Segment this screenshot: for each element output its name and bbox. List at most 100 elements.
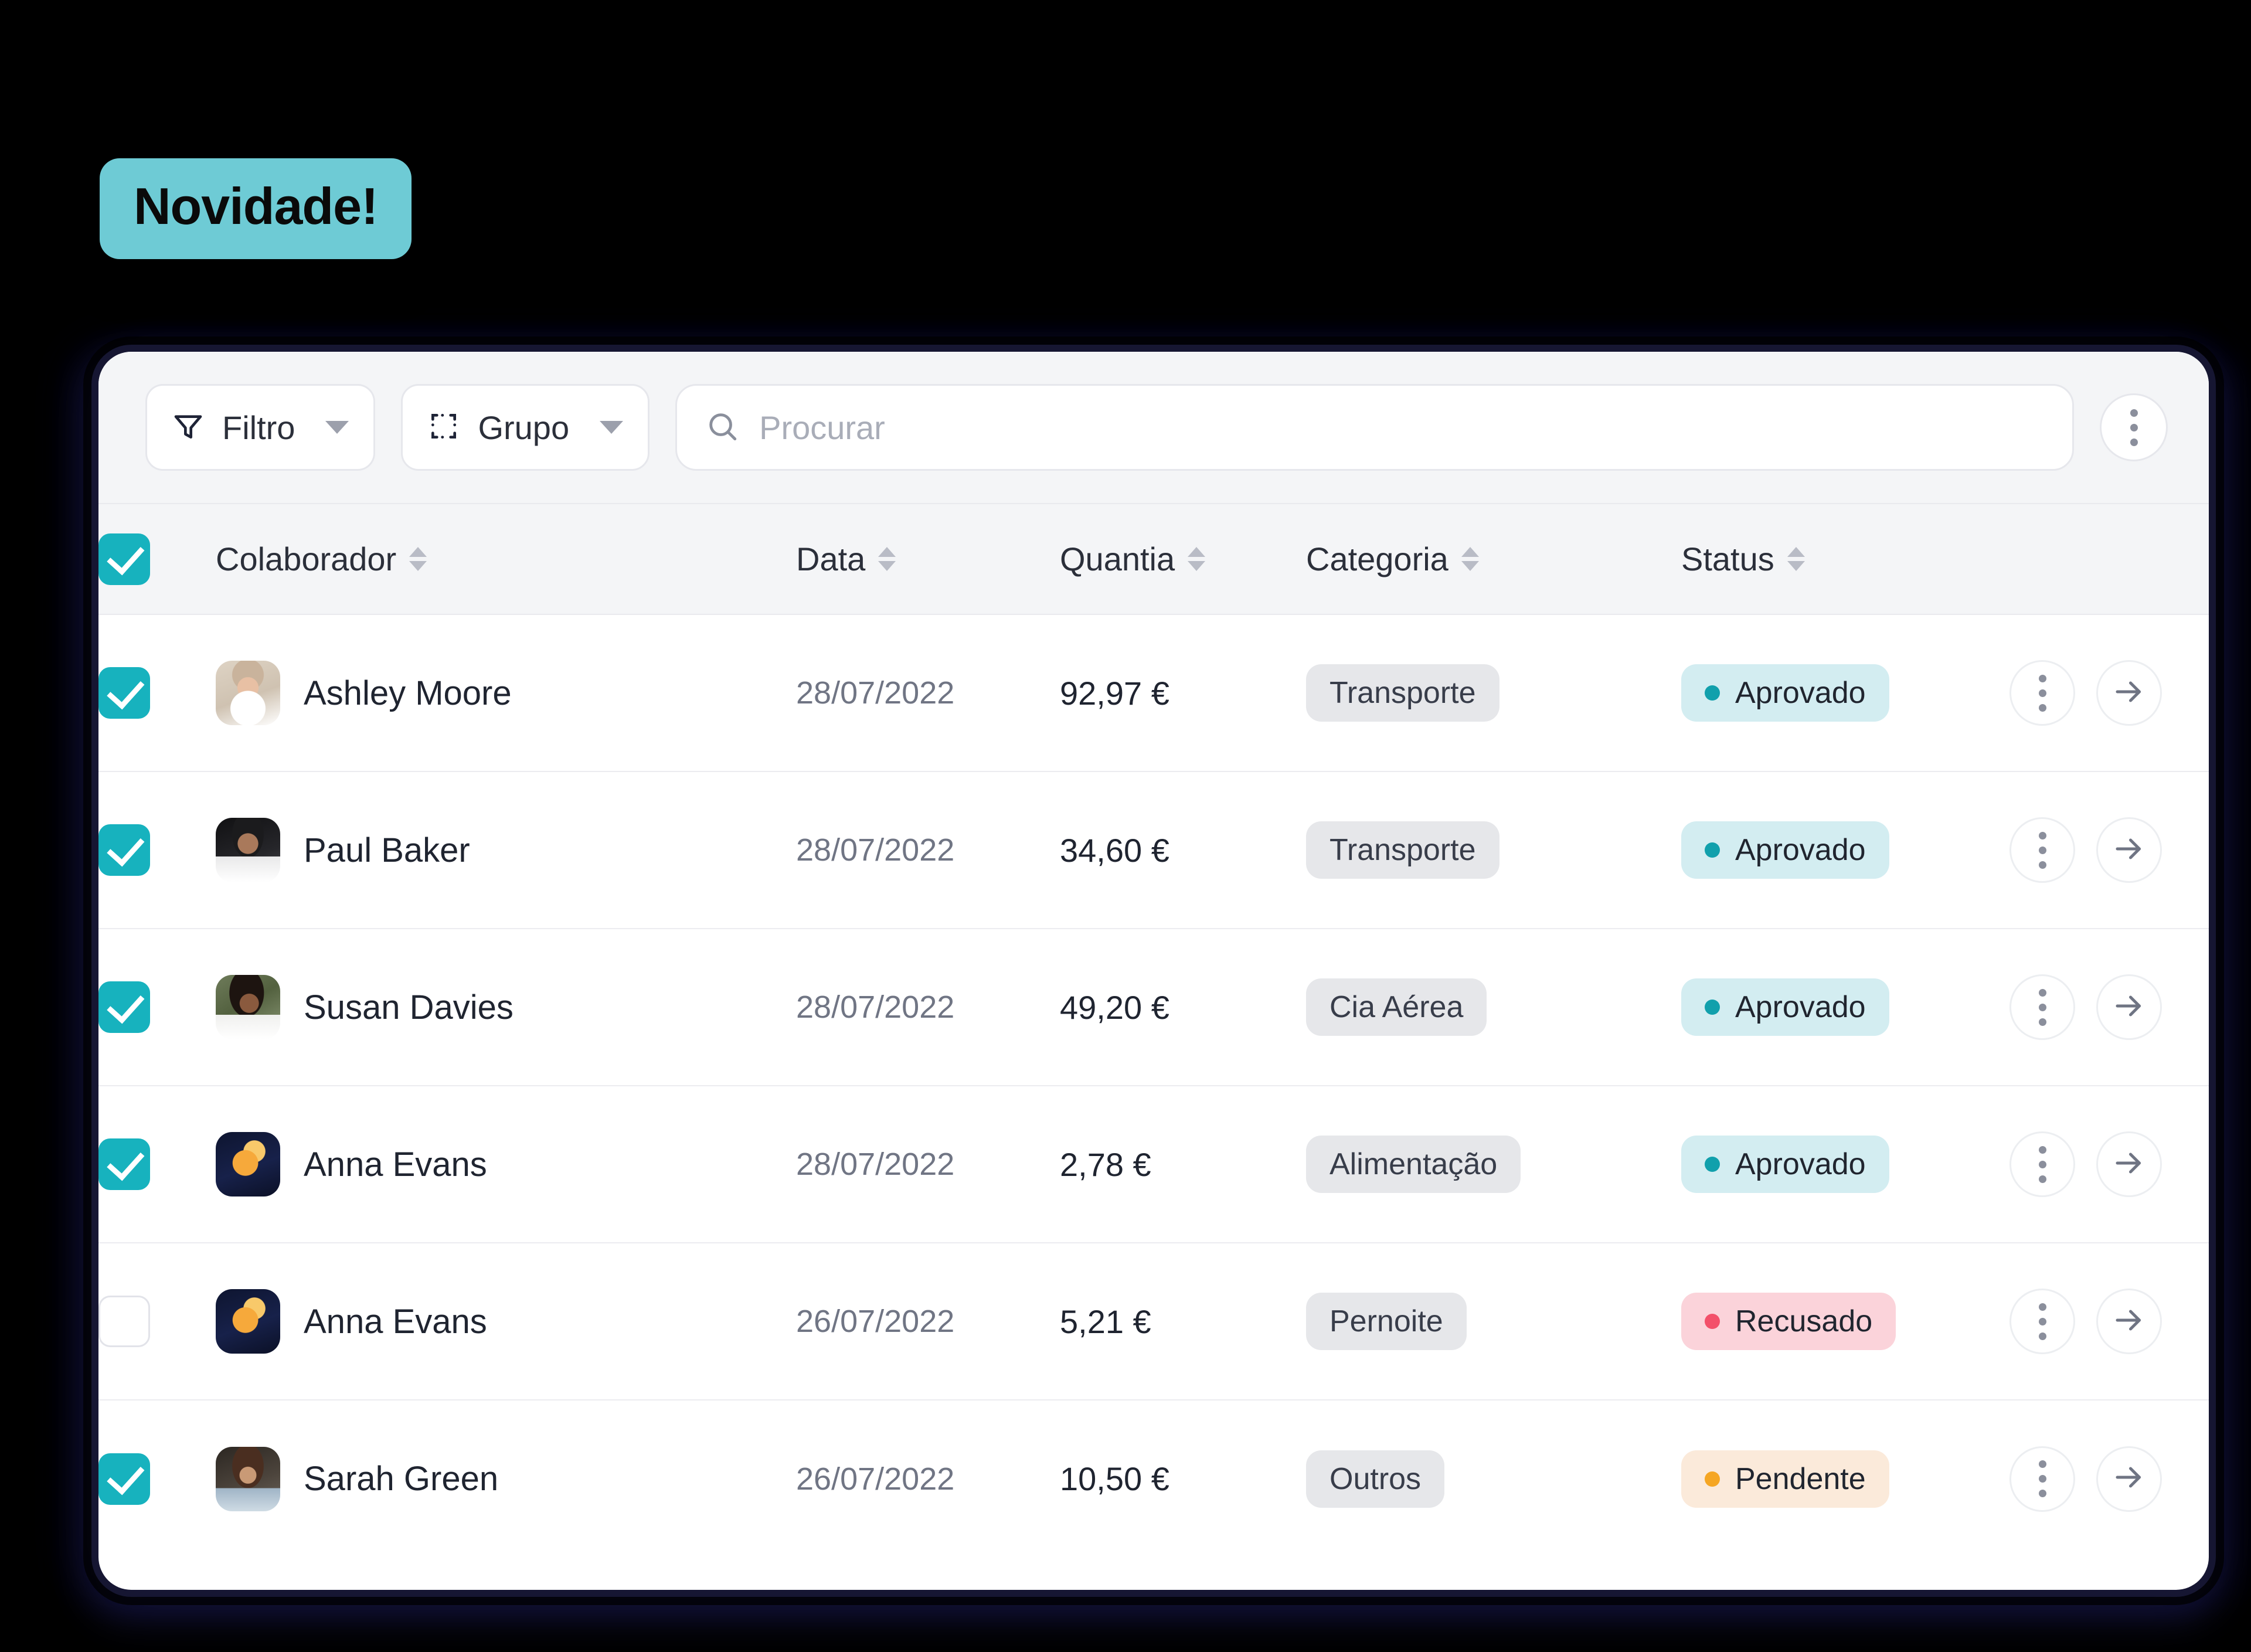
novidade-badge-label: Novidade! (134, 177, 378, 235)
group-button[interactable]: Grupo (401, 384, 650, 471)
filter-button[interactable]: Filtro (145, 384, 376, 471)
category-cell: Alimentação (1306, 1086, 1681, 1243)
toolbar-more-button[interactable] (2100, 393, 2168, 461)
sort-icon-status[interactable] (1787, 547, 1805, 571)
expense-date: 28/07/2022 (796, 990, 955, 1025)
collaborator-name: Sarah Green (304, 1460, 499, 1498)
status-cell: Recusado (1681, 1243, 2009, 1400)
expense-amount: 34,60 € (1060, 831, 1169, 869)
table-row[interactable]: Anna Evans 28/07/2022 2,78 € Alimentação… (98, 1086, 2209, 1243)
row-open-button[interactable] (2096, 974, 2162, 1040)
status-dot-icon (1705, 1157, 1720, 1172)
expense-amount: 2,78 € (1060, 1145, 1151, 1183)
row-select-cell (98, 771, 216, 929)
expense-amount: 5,21 € (1060, 1303, 1151, 1340)
chevron-down-icon (600, 421, 624, 434)
arrow-right-icon (2111, 674, 2147, 712)
table-row[interactable]: Anna Evans 26/07/2022 5,21 € Pernoite Re… (98, 1243, 2209, 1400)
column-label-amount: Quantia (1060, 541, 1175, 577)
expense-amount: 49,20 € (1060, 988, 1169, 1026)
column-header-status[interactable]: Status (1681, 504, 2009, 614)
status-label: Aprovado (1735, 1147, 1866, 1181)
amount-cell: 10,50 € (1060, 1400, 1306, 1557)
row-checkbox[interactable] (98, 667, 150, 719)
sort-icon-amount[interactable] (1188, 547, 1206, 571)
avatar (216, 818, 280, 882)
row-open-button[interactable] (2096, 660, 2162, 726)
status-cell: Aprovado (1681, 771, 2009, 929)
column-header-amount[interactable]: Quantia (1060, 504, 1306, 614)
actions-cell (2009, 929, 2209, 1086)
row-more-button[interactable] (2009, 817, 2075, 883)
column-label-date: Data (796, 541, 866, 577)
status-badge: Aprovado (1681, 978, 1889, 1036)
amount-cell: 92,97 € (1060, 614, 1306, 771)
row-open-button[interactable] (2096, 1446, 2162, 1512)
table-header: Colaborador Data Quantia Categoria Statu… (98, 504, 2209, 614)
category-cell: Outros (1306, 1400, 1681, 1557)
collaborator-cell: Ashley Moore (216, 614, 796, 771)
column-header-collaborator[interactable]: Colaborador (216, 504, 796, 614)
row-select-cell (98, 1400, 216, 1557)
row-checkbox[interactable] (98, 824, 150, 876)
row-open-button[interactable] (2096, 1289, 2162, 1354)
select-all-checkbox[interactable] (98, 533, 150, 585)
avatar (216, 1446, 280, 1511)
collaborator-name: Anna Evans (304, 1145, 487, 1184)
amount-cell: 34,60 € (1060, 771, 1306, 929)
collaborator-cell: Susan Davies (216, 929, 796, 1086)
amount-cell: 2,78 € (1060, 1086, 1306, 1243)
header-row: Colaborador Data Quantia Categoria Statu… (98, 504, 2209, 614)
category-pill: Transporte (1306, 664, 1499, 722)
row-select-cell (98, 929, 216, 1086)
status-badge: Aprovado (1681, 821, 1889, 879)
table-row[interactable]: Susan Davies 28/07/2022 49,20 € Cia Aére… (98, 929, 2209, 1086)
row-more-button[interactable] (2009, 660, 2075, 726)
table-row[interactable]: Sarah Green 26/07/2022 10,50 € Outros Pe… (98, 1400, 2209, 1557)
status-cell: Aprovado (1681, 1086, 2009, 1243)
column-label-category: Categoria (1306, 541, 1448, 577)
status-dot-icon (1705, 1471, 1720, 1487)
category-pill: Cia Aérea (1306, 978, 1487, 1036)
collaborator-name: Ashley Moore (304, 674, 512, 712)
expenses-table: Colaborador Data Quantia Categoria Statu… (98, 504, 2209, 1557)
search-field[interactable]: Procurar (675, 384, 2074, 471)
filter-button-label: Filtro (222, 409, 295, 446)
row-select-cell (98, 614, 216, 771)
status-dot-icon (1705, 1000, 1720, 1015)
expenses-card: Filtro Grupo Procurar Colaborador Data Q… (98, 352, 2209, 1590)
sort-icon-collaborator[interactable] (409, 547, 427, 571)
kebab-menu-icon (2038, 1145, 2046, 1183)
category-cell: Cia Aérea (1306, 929, 1681, 1086)
actions-cell (2009, 1086, 2209, 1243)
row-open-button[interactable] (2096, 1131, 2162, 1197)
row-open-button[interactable] (2096, 817, 2162, 883)
column-header-actions (2009, 504, 2209, 614)
table-row[interactable]: Ashley Moore 28/07/2022 92,97 € Transpor… (98, 614, 2209, 771)
row-more-button[interactable] (2009, 1289, 2075, 1354)
row-checkbox[interactable] (98, 1296, 150, 1347)
avatar (216, 661, 280, 725)
kebab-menu-icon (2038, 988, 2046, 1026)
table-row[interactable]: Paul Baker 28/07/2022 34,60 € Transporte… (98, 771, 2209, 929)
actions-cell (2009, 1243, 2209, 1400)
row-more-button[interactable] (2009, 1131, 2075, 1197)
row-checkbox[interactable] (98, 981, 150, 1033)
arrow-right-icon (2111, 1303, 2147, 1341)
date-cell: 28/07/2022 (796, 929, 1060, 1086)
amount-cell: 5,21 € (1060, 1243, 1306, 1400)
row-checkbox[interactable] (98, 1453, 150, 1505)
row-more-button[interactable] (2009, 1446, 2075, 1512)
sort-icon-date[interactable] (878, 547, 896, 571)
sort-icon-category[interactable] (1461, 547, 1479, 571)
arrow-right-icon (2111, 988, 2147, 1026)
row-checkbox[interactable] (98, 1138, 150, 1190)
column-header-date[interactable]: Data (796, 504, 1060, 614)
row-more-button[interactable] (2009, 974, 2075, 1040)
actions-cell (2009, 1400, 2209, 1557)
collaborator-name: Anna Evans (304, 1302, 487, 1341)
status-badge: Aprovado (1681, 664, 1889, 722)
category-cell: Transporte (1306, 614, 1681, 771)
status-badge: Pendente (1681, 1450, 1889, 1508)
column-header-category[interactable]: Categoria (1306, 504, 1681, 614)
